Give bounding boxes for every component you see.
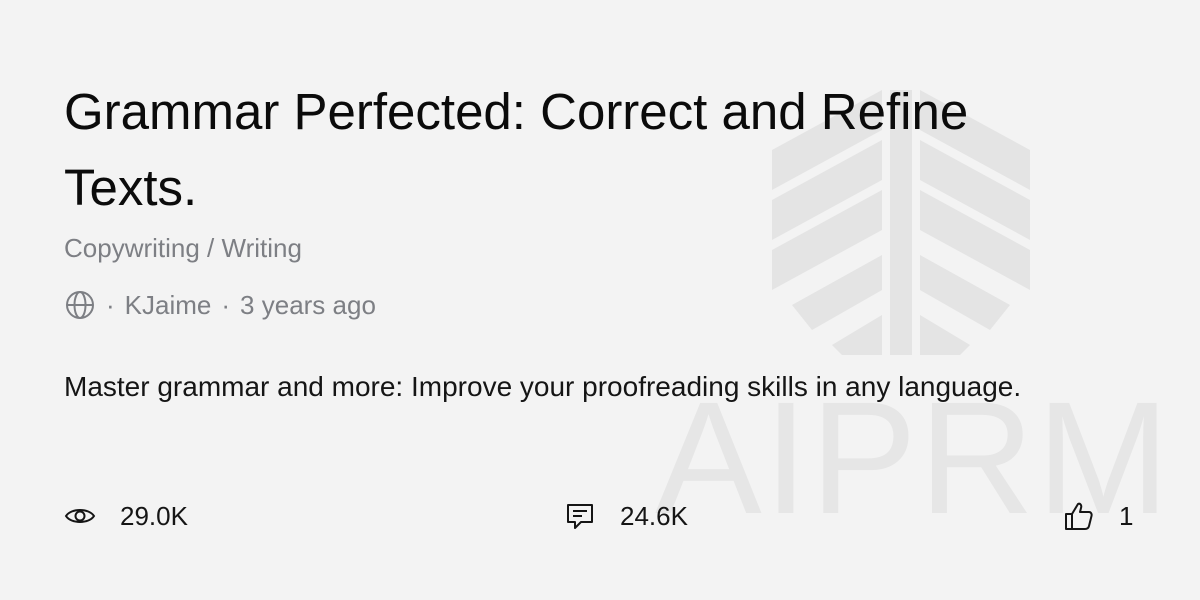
prompt-description: Master grammar and more: Improve your pr… [64, 371, 1022, 402]
comment-icon [567, 504, 593, 529]
views-count: 29.0K [120, 500, 188, 531]
category-breadcrumb[interactable]: Copywriting / Writing [64, 233, 302, 264]
comments-count: 24.6K [620, 500, 688, 531]
thumbs-up-icon [1065, 502, 1093, 530]
prompt-title: Grammar Perfected: Correct and Refine Te… [64, 83, 969, 216]
author-name[interactable]: KJaime [125, 290, 212, 321]
published-time: 3 years ago [240, 289, 376, 320]
likes-count: 1 [1119, 500, 1134, 531]
meta-separator: · [106, 289, 115, 320]
globe-icon [66, 291, 94, 319]
like-button[interactable]: 1 [1063, 500, 1133, 532]
prompt-meta: · KJaime · 3 years ago [64, 289, 376, 321]
views-stat: 29.0K [64, 500, 188, 532]
comments-stat[interactable]: 24.6K [564, 500, 688, 532]
eye-icon [64, 509, 96, 523]
meta-separator: · [221, 289, 231, 320]
